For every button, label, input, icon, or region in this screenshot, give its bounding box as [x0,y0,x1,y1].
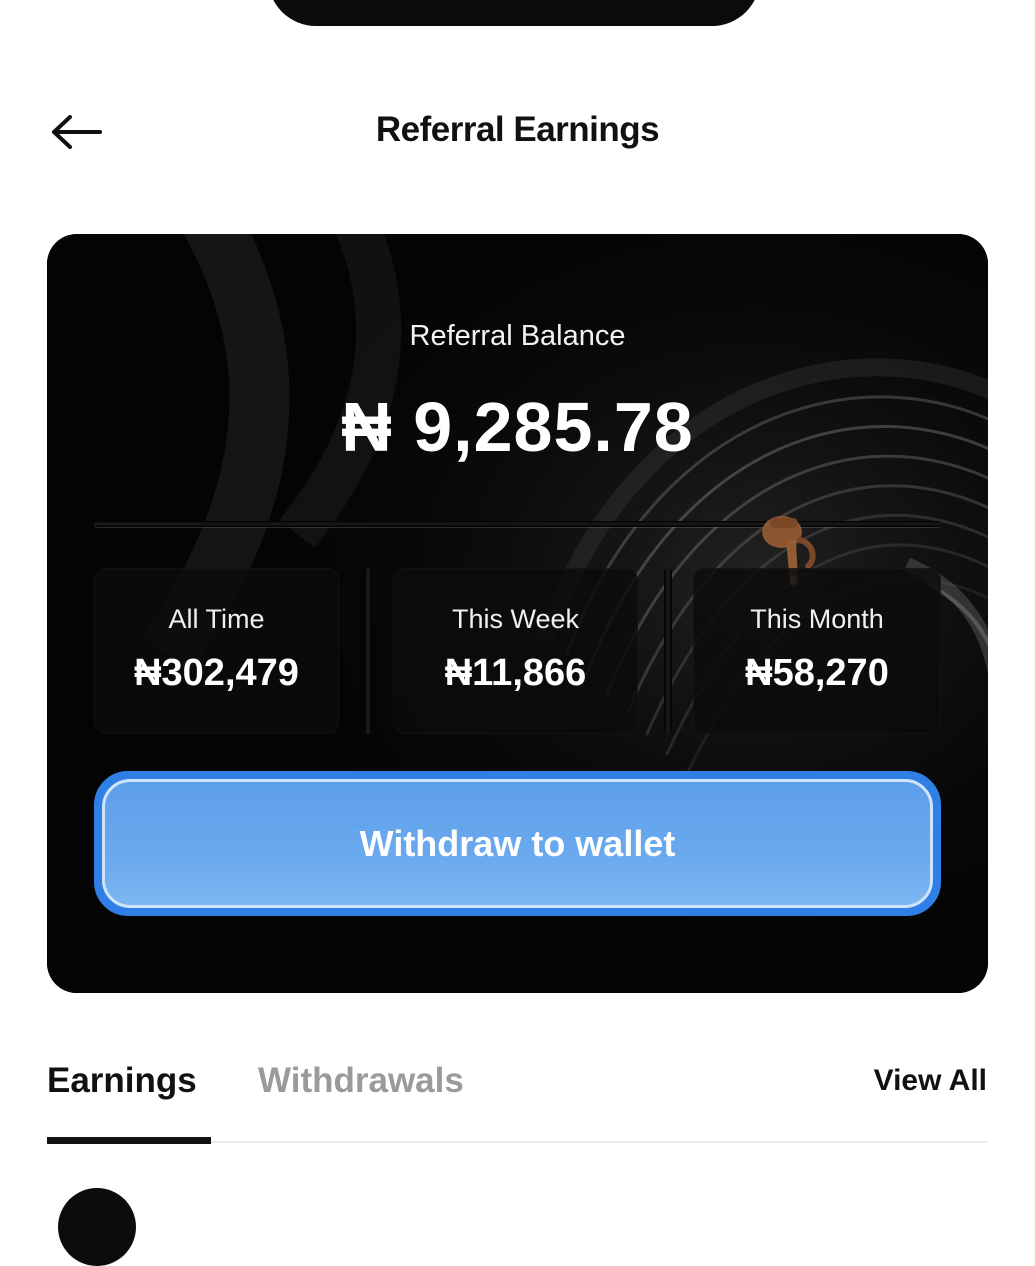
withdraw-to-wallet-button[interactable]: Withdraw to wallet [94,771,941,916]
active-tab-indicator [47,1137,211,1144]
withdraw-button-label: Withdraw to wallet [102,779,933,908]
stat-all-time: All Time ₦302,479 [94,568,339,734]
stat-value: ₦11,866 [444,652,587,694]
tab-withdrawals[interactable]: Withdrawals [258,1056,464,1106]
stat-this-month: This Month ₦58,270 [693,568,941,734]
page-title: Referral Earnings [375,110,660,149]
stat-this-week: This Week ₦11,866 [393,568,638,734]
balance-label: Referral Balance [409,320,626,352]
tab-earnings[interactable]: Earnings [47,1056,197,1106]
stat-separator [364,568,372,734]
stat-value: ₦58,270 [745,652,889,694]
device-notch [268,0,760,26]
stat-label: This Month [750,604,884,634]
stat-separator [664,568,672,734]
referral-balance-card: Referral Balance ₦ 9,285.78 All Time ₦30… [47,234,988,993]
balance-value: ₦ 9,285.78 [341,388,694,466]
stat-label: All Time [168,604,265,634]
stats-row: All Time ₦302,479 This Week ₦11,866 This… [94,568,941,734]
stat-value: ₦302,479 [134,652,299,694]
stat-label: This Week [451,604,580,634]
view-all-link[interactable]: View All [874,1058,987,1104]
